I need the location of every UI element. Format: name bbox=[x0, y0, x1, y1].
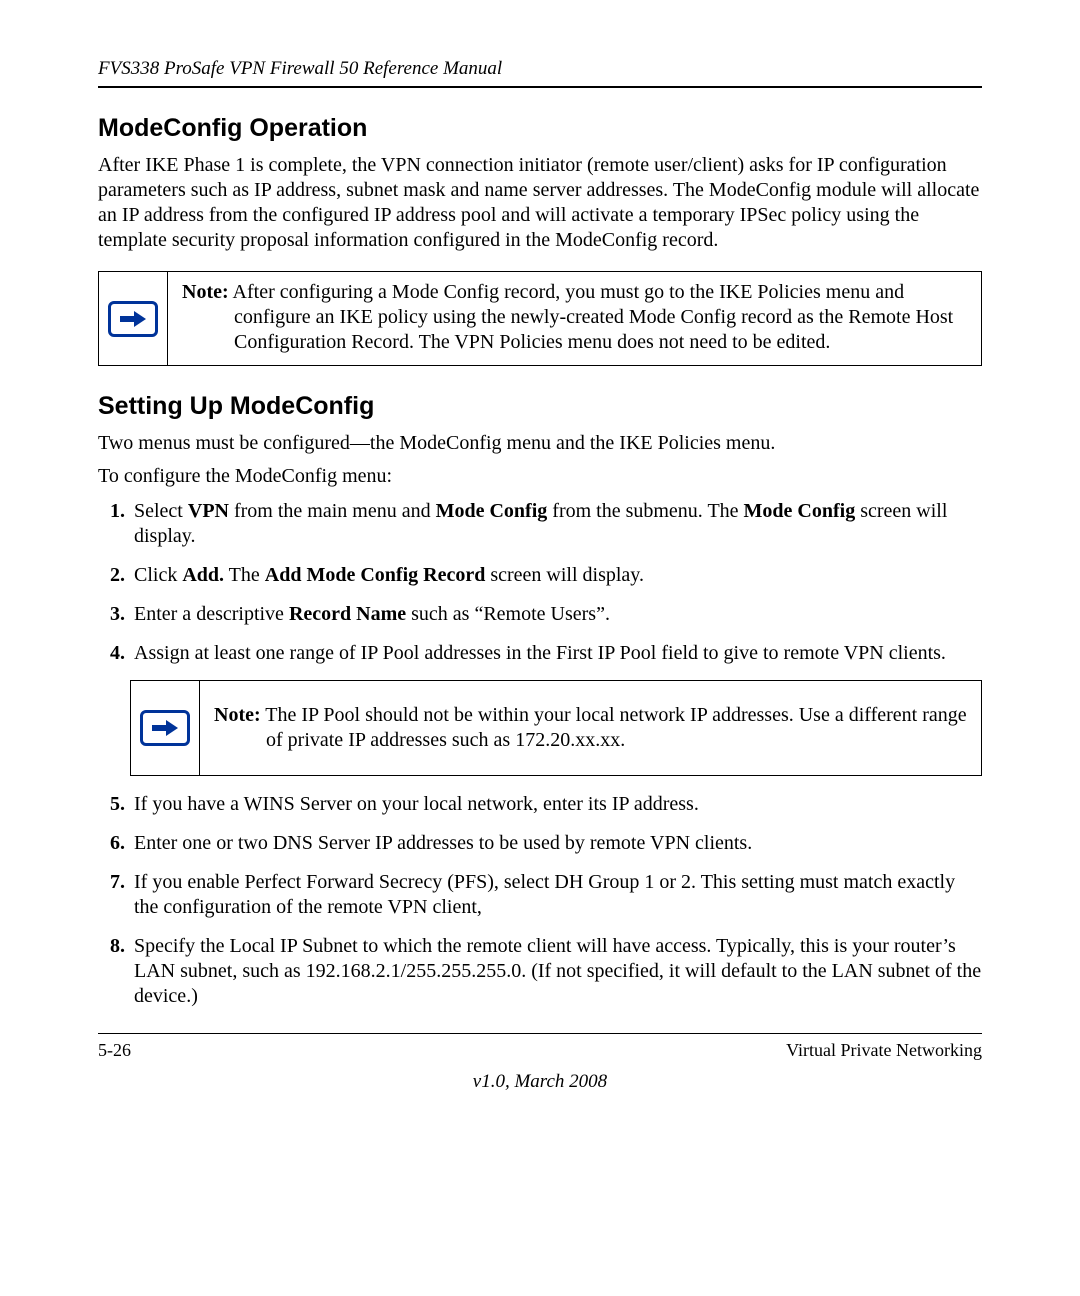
note-text-2: Note: The IP Pool should not be within y… bbox=[200, 681, 981, 775]
step-1: Select VPN from the main menu and Mode C… bbox=[130, 499, 982, 549]
steps-list-part1: Select VPN from the main menu and Mode C… bbox=[98, 499, 982, 666]
footer-chapter: Virtual Private Networking bbox=[786, 1040, 982, 1061]
step-4: Assign at least one range of IP Pool add… bbox=[130, 641, 982, 666]
paragraph-setup-intro1: Two menus must be configured—the ModeCon… bbox=[98, 431, 982, 456]
paragraph-setup-intro2: To configure the ModeConfig menu: bbox=[98, 464, 982, 489]
running-header: FVS338 ProSafe VPN Firewall 50 Reference… bbox=[98, 58, 982, 88]
note-box-2: Note: The IP Pool should not be within y… bbox=[130, 680, 982, 776]
note-label: Note: bbox=[214, 704, 261, 726]
heading-setting-up-modeconfig: Setting Up ModeConfig bbox=[98, 392, 982, 421]
note-box-1: Note: After configuring a Mode Config re… bbox=[98, 271, 982, 366]
step-3: Enter a descriptive Record Name such as … bbox=[130, 602, 982, 627]
step-2: Click Add. The Add Mode Config Record sc… bbox=[130, 563, 982, 588]
arrow-right-icon bbox=[108, 301, 158, 337]
arrow-right-icon bbox=[140, 710, 190, 746]
footer-page-number: 5-26 bbox=[98, 1040, 131, 1061]
step-6: Enter one or two DNS Server IP addresses… bbox=[130, 831, 982, 856]
step-5: If you have a WINS Server on your local … bbox=[130, 792, 982, 817]
steps-list-part2: If you have a WINS Server on your local … bbox=[98, 792, 982, 1009]
note-body: The IP Pool should not be within your lo… bbox=[265, 704, 966, 751]
footer: 5-26 Virtual Private Networking bbox=[98, 1033, 982, 1061]
document-page: FVS338 ProSafe VPN Firewall 50 Reference… bbox=[0, 0, 1080, 1296]
footer-version: v1.0, March 2008 bbox=[98, 1071, 982, 1093]
note-text-1: Note: After configuring a Mode Config re… bbox=[168, 272, 981, 365]
paragraph-modeconfig-operation: After IKE Phase 1 is complete, the VPN c… bbox=[98, 153, 982, 253]
note-icon-cell bbox=[99, 272, 168, 365]
step-8: Specify the Local IP Subnet to which the… bbox=[130, 934, 982, 1009]
step-7: If you enable Perfect Forward Secrecy (P… bbox=[130, 870, 982, 920]
note-icon-cell bbox=[131, 681, 200, 775]
note-label: Note: bbox=[182, 281, 229, 303]
heading-modeconfig-operation: ModeConfig Operation bbox=[98, 114, 982, 143]
note-body: After configuring a Mode Config record, … bbox=[233, 281, 954, 353]
